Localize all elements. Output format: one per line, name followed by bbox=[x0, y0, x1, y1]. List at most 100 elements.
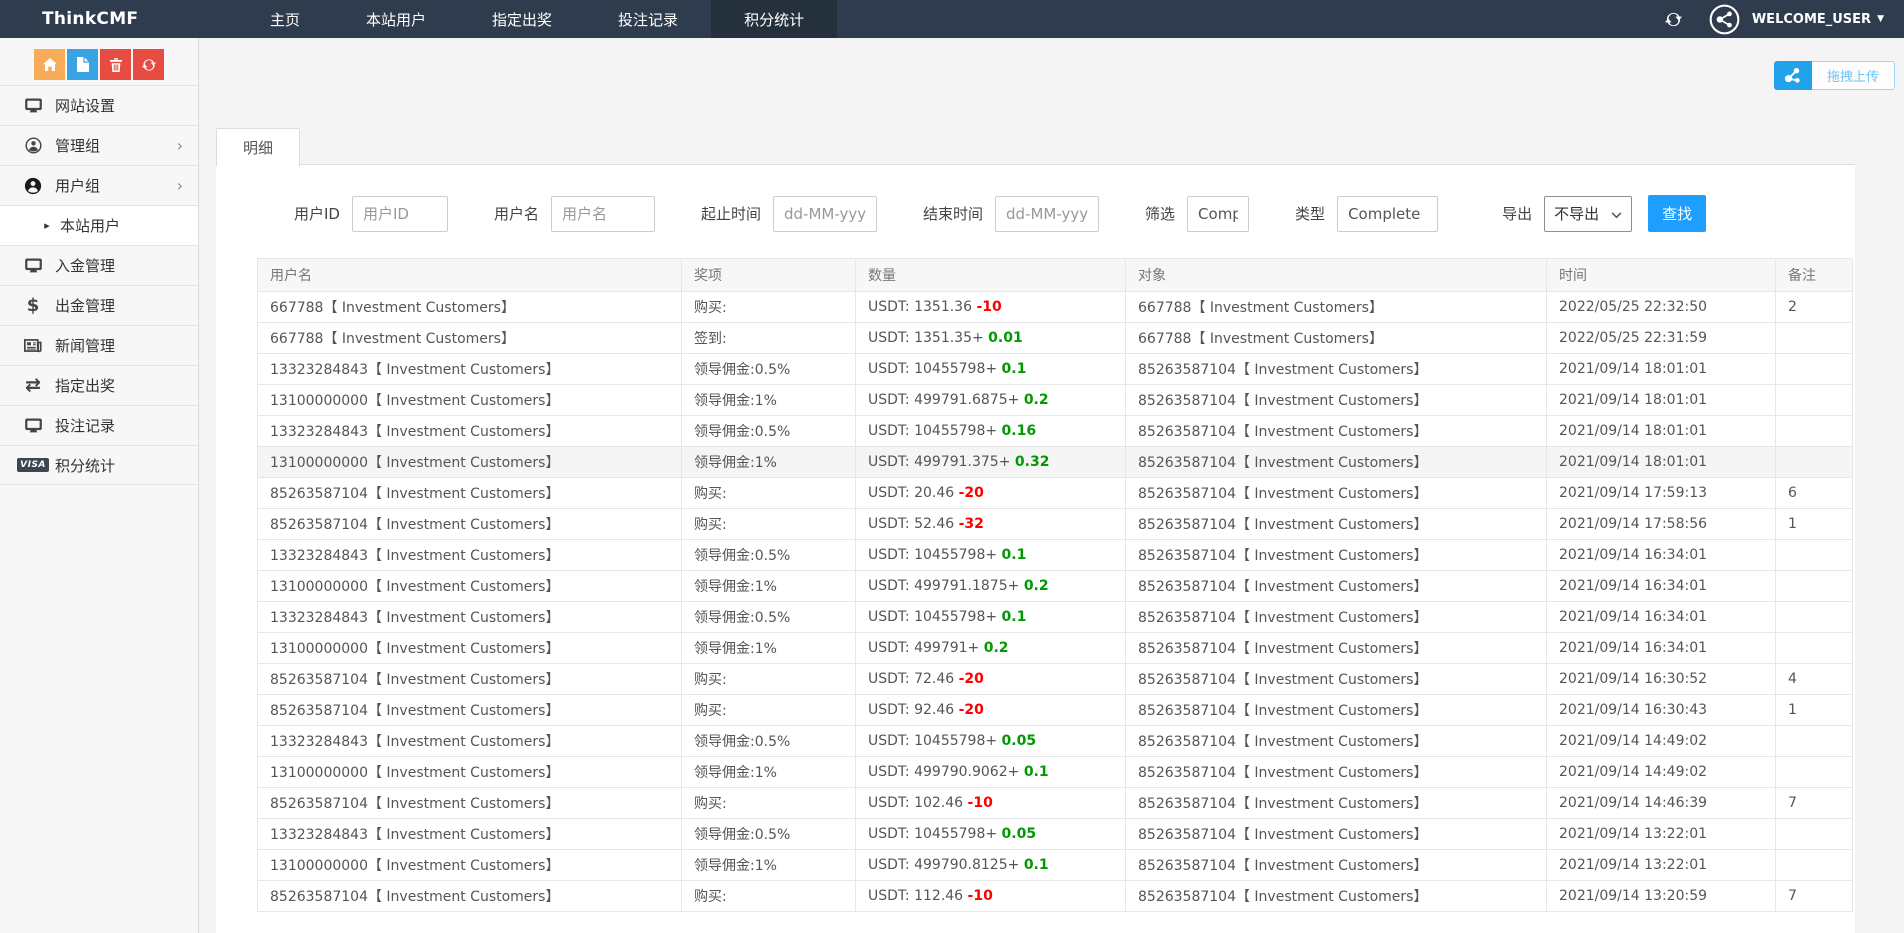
drag-upload-widget[interactable]: 拖拽上传 bbox=[1774, 61, 1895, 90]
nav-item-4[interactable]: 积分统计 bbox=[711, 0, 837, 38]
cell-prize: 领导佣金:1% bbox=[682, 757, 856, 788]
type-input[interactable] bbox=[1337, 196, 1438, 232]
refresh-icon[interactable] bbox=[1664, 10, 1683, 29]
sidebar-item-label: 新闻管理 bbox=[55, 335, 115, 356]
search-button[interactable]: 查找 bbox=[1648, 195, 1706, 232]
newspaper-icon bbox=[21, 338, 45, 353]
table-row: 13100000000【 Investment Customers】领导佣金:1… bbox=[258, 633, 1853, 664]
filter-group-username: 用户名 bbox=[494, 196, 655, 232]
cell-amount: USDT: 10455798+ 0.1 bbox=[856, 602, 1126, 633]
nav-item-1[interactable]: 本站用户 bbox=[333, 0, 459, 38]
table-row: 667788【 Investment Customers】签到:USDT: 13… bbox=[258, 323, 1853, 354]
monitor-icon bbox=[21, 418, 45, 434]
table-row: 13323284843【 Investment Customers】领导佣金:0… bbox=[258, 819, 1853, 850]
cell-amount: USDT: 10455798+ 0.05 bbox=[856, 819, 1126, 850]
filter-label-user-id: 用户ID bbox=[294, 203, 340, 224]
nav-item-3[interactable]: 投注记录 bbox=[585, 0, 711, 38]
cell-user: 13100000000【 Investment Customers】 bbox=[258, 571, 682, 602]
column-header-2: 数量 bbox=[856, 259, 1126, 292]
column-header-4: 时间 bbox=[1547, 259, 1776, 292]
cell-target: 85263587104【 Investment Customers】 bbox=[1126, 788, 1547, 819]
tab-detail[interactable]: 明细 bbox=[216, 128, 300, 166]
end-time-input[interactable] bbox=[995, 196, 1099, 232]
sidebar-item-8[interactable]: 投注记录 bbox=[0, 405, 198, 445]
cell-note: 4 bbox=[1776, 664, 1853, 695]
sidebar-item-0[interactable]: 网站设置 bbox=[0, 85, 198, 125]
cell-target: 85263587104【 Investment Customers】 bbox=[1126, 447, 1547, 478]
cell-target: 85263587104【 Investment Customers】 bbox=[1126, 509, 1547, 540]
sidebar-item-6[interactable]: 新闻管理 bbox=[0, 325, 198, 365]
brand[interactable]: ThinkCMF bbox=[0, 0, 199, 38]
cell-user: 667788【 Investment Customers】 bbox=[258, 323, 682, 354]
table-head: 用户名奖项数量对象时间备注 bbox=[258, 259, 1853, 292]
screen-input[interactable] bbox=[1187, 196, 1249, 232]
sidebar-item-4[interactable]: 入金管理 bbox=[0, 245, 198, 285]
cell-time: 2021/09/14 18:01:01 bbox=[1547, 385, 1776, 416]
column-header-5: 备注 bbox=[1776, 259, 1853, 292]
sidebar-item-1[interactable]: 管理组› bbox=[0, 125, 198, 165]
visa-icon: VISA bbox=[21, 458, 45, 472]
cell-target: 85263587104【 Investment Customers】 bbox=[1126, 385, 1547, 416]
chevron-down-icon bbox=[1611, 205, 1622, 223]
sidebar-item-7[interactable]: ⇄指定出奖 bbox=[0, 365, 198, 405]
cell-prize: 购买: bbox=[682, 509, 856, 540]
table-row: 85263587104【 Investment Customers】购买:USD… bbox=[258, 695, 1853, 726]
filter-group-user-id: 用户ID bbox=[294, 196, 448, 232]
cell-user: 13323284843【 Investment Customers】 bbox=[258, 726, 682, 757]
table-row: 13323284843【 Investment Customers】领导佣金:0… bbox=[258, 726, 1853, 757]
user-menu[interactable]: WELCOME_USER ▼ bbox=[1752, 12, 1884, 27]
table-row: 85263587104【 Investment Customers】购买:USD… bbox=[258, 664, 1853, 695]
cell-amount: USDT: 499790.8125+ 0.1 bbox=[856, 850, 1126, 881]
sidebar-item-2[interactable]: 用户组 › bbox=[0, 165, 198, 205]
cell-time: 2021/09/14 13:22:01 bbox=[1547, 850, 1776, 881]
nav-item-2[interactable]: 指定出奖 bbox=[459, 0, 585, 38]
table-row: 13323284843【 Investment Customers】领导佣金:0… bbox=[258, 602, 1853, 633]
table-row: 85263587104【 Investment Customers】购买:USD… bbox=[258, 509, 1853, 540]
sidebar-item-3[interactable]: ▸本站用户 bbox=[0, 205, 198, 245]
cell-prize: 购买: bbox=[682, 881, 856, 912]
username-input[interactable] bbox=[551, 196, 655, 232]
start-time-input[interactable] bbox=[773, 196, 877, 232]
cell-user: 13323284843【 Investment Customers】 bbox=[258, 819, 682, 850]
nav-item-0[interactable]: 主页 bbox=[237, 0, 333, 38]
sidebar-item-9[interactable]: VISA积分统计 bbox=[0, 445, 198, 485]
user-circle-filled-icon bbox=[21, 177, 45, 195]
cell-user: 85263587104【 Investment Customers】 bbox=[258, 478, 682, 509]
chevron-right-icon: › bbox=[177, 176, 183, 195]
quick-action-file-icon[interactable] bbox=[67, 49, 98, 80]
cell-amount: USDT: 499791.1875+ 0.2 bbox=[856, 571, 1126, 602]
sidebar-item-label: 投注记录 bbox=[55, 415, 115, 436]
quick-action-recycle-icon[interactable] bbox=[133, 49, 164, 80]
navbar-menu: 主页本站用户指定出奖投注记录积分统计 bbox=[237, 0, 837, 38]
sidebar-item-5[interactable]: $出金管理 bbox=[0, 285, 198, 325]
cell-target: 667788【 Investment Customers】 bbox=[1126, 323, 1547, 354]
quick-action-home-icon[interactable] bbox=[34, 49, 65, 80]
sidebar-item-label: 用户组 bbox=[55, 175, 100, 196]
cell-target: 85263587104【 Investment Customers】 bbox=[1126, 354, 1547, 385]
cell-prize: 领导佣金:0.5% bbox=[682, 416, 856, 447]
cell-time: 2021/09/14 16:34:01 bbox=[1547, 540, 1776, 571]
cell-prize: 领导佣金:0.5% bbox=[682, 540, 856, 571]
cell-time: 2021/09/14 13:20:59 bbox=[1547, 881, 1776, 912]
cell-prize: 领导佣金:1% bbox=[682, 850, 856, 881]
filter-group-screen: 筛选 bbox=[1145, 196, 1249, 232]
cell-prize: 购买: bbox=[682, 664, 856, 695]
sidebar-item-label: 管理组 bbox=[55, 135, 100, 156]
table-row: 13100000000【 Investment Customers】领导佣金:1… bbox=[258, 447, 1853, 478]
sidebar-item-label: 出金管理 bbox=[55, 295, 115, 316]
exchange-icon: ⇄ bbox=[21, 376, 45, 395]
table-body: 667788【 Investment Customers】购买:USDT: 13… bbox=[258, 292, 1853, 912]
filter-label-export: 导出 bbox=[1502, 203, 1532, 224]
export-select[interactable]: 不导出 bbox=[1544, 196, 1632, 232]
cell-user: 85263587104【 Investment Customers】 bbox=[258, 695, 682, 726]
sidebar: 网站设置管理组› 用户组 › ▸本站用户入金管理$出金管理新闻管理 ⇄指定出奖投注记录 V… bbox=[0, 38, 199, 933]
column-header-1: 奖项 bbox=[682, 259, 856, 292]
main-panel: 用户ID用户名起止时间结束时间筛选类型导出不导出查找 用户名奖项数量对象时间备注… bbox=[216, 165, 1855, 933]
quick-action-trash-icon[interactable] bbox=[100, 49, 131, 80]
cell-note bbox=[1776, 602, 1853, 633]
cell-target: 85263587104【 Investment Customers】 bbox=[1126, 540, 1547, 571]
avatar[interactable] bbox=[1709, 4, 1740, 35]
navbar-right: WELCOME_USER ▼ bbox=[1664, 0, 1904, 38]
sidebar-item-label: 网站设置 bbox=[55, 95, 115, 116]
user-id-input[interactable] bbox=[352, 196, 448, 232]
